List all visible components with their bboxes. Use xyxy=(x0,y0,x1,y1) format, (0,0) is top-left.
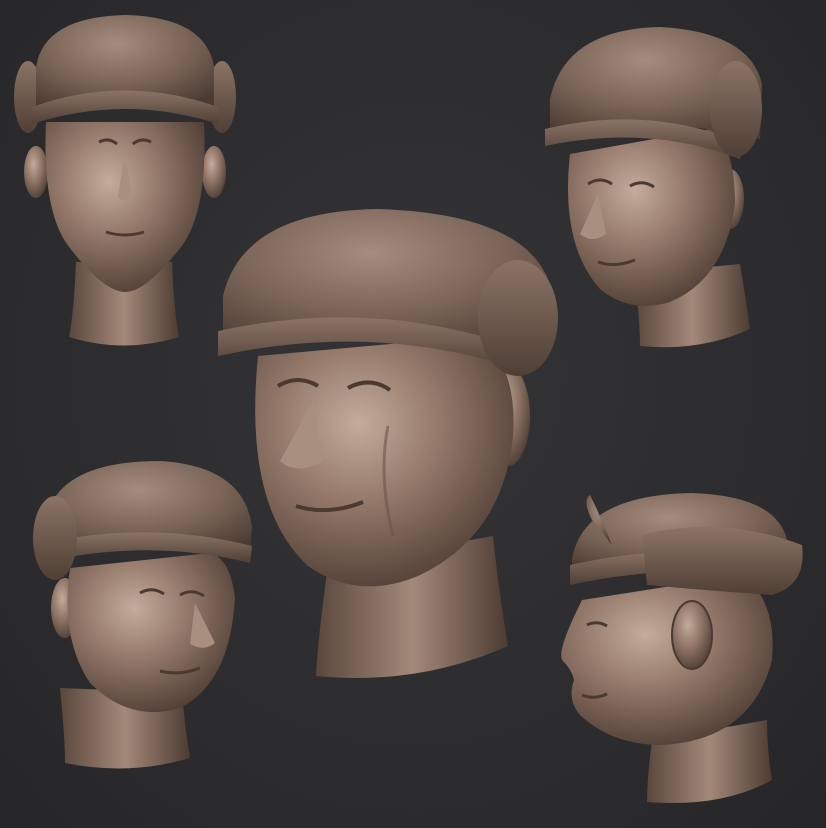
head-sculpt-hero-icon xyxy=(218,209,558,678)
head-sculpt-hero xyxy=(218,206,563,686)
head-sculpt-front xyxy=(14,12,236,352)
sculpt-render-canvas xyxy=(0,0,826,828)
head-sculpt-profile-icon xyxy=(561,493,803,804)
head-sculpt-three-quarter-icon xyxy=(545,27,762,348)
head-sculpt-three-quarter-left-icon xyxy=(33,461,252,769)
head-sculpt-three-quarter-left xyxy=(30,458,255,778)
head-sculpt-three-quarter-right xyxy=(540,24,770,354)
head-sculpt-front-icon xyxy=(14,15,236,346)
head-sculpt-profile xyxy=(552,490,807,808)
